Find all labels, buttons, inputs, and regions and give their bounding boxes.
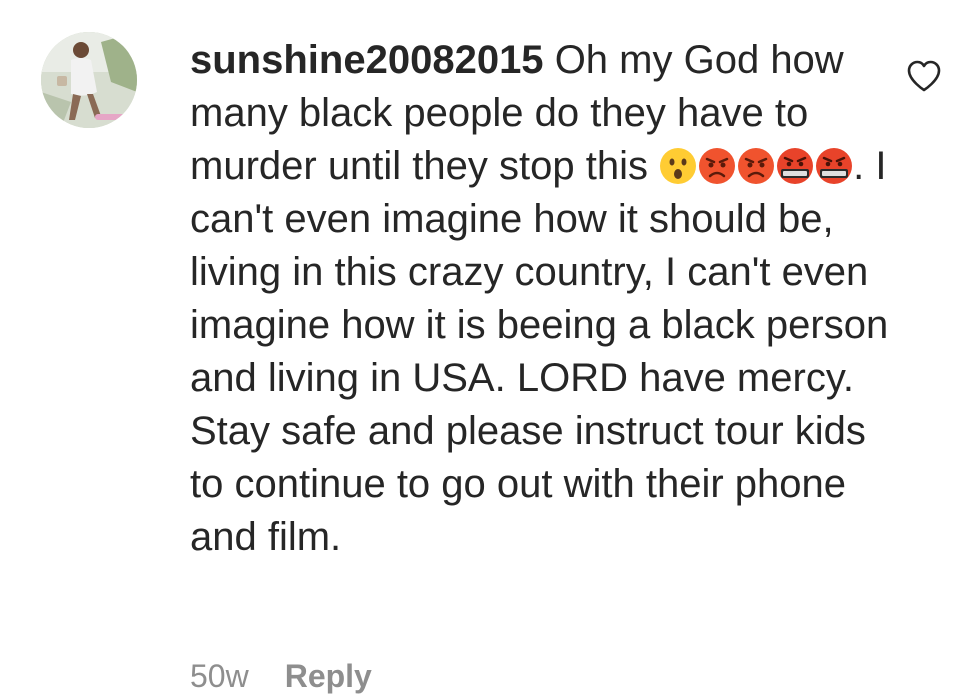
face-with-symbols-on-mouth-emoji <box>815 147 853 185</box>
heart-outline-icon <box>904 60 944 100</box>
comment-body: sunshine20082015 Oh my God how many blac… <box>190 34 890 564</box>
pouting-face-emoji <box>698 147 736 185</box>
comment: sunshine20082015 Oh my God how many blac… <box>0 0 980 697</box>
comment-age[interactable]: 50w <box>190 654 249 697</box>
comment-username[interactable]: sunshine20082015 <box>190 38 544 82</box>
avatar[interactable] <box>41 32 137 128</box>
comment-text-part-2: . I can't even imagine how it should be,… <box>190 144 889 559</box>
emoji-row <box>659 147 853 185</box>
comment-meta: 50w Reply <box>190 654 372 697</box>
pouting-face-emoji <box>737 147 775 185</box>
reply-button[interactable]: Reply <box>285 654 372 697</box>
face-with-symbols-on-mouth-emoji <box>776 147 814 185</box>
face-with-open-mouth-emoji <box>659 147 697 185</box>
like-button[interactable] <box>904 56 944 96</box>
